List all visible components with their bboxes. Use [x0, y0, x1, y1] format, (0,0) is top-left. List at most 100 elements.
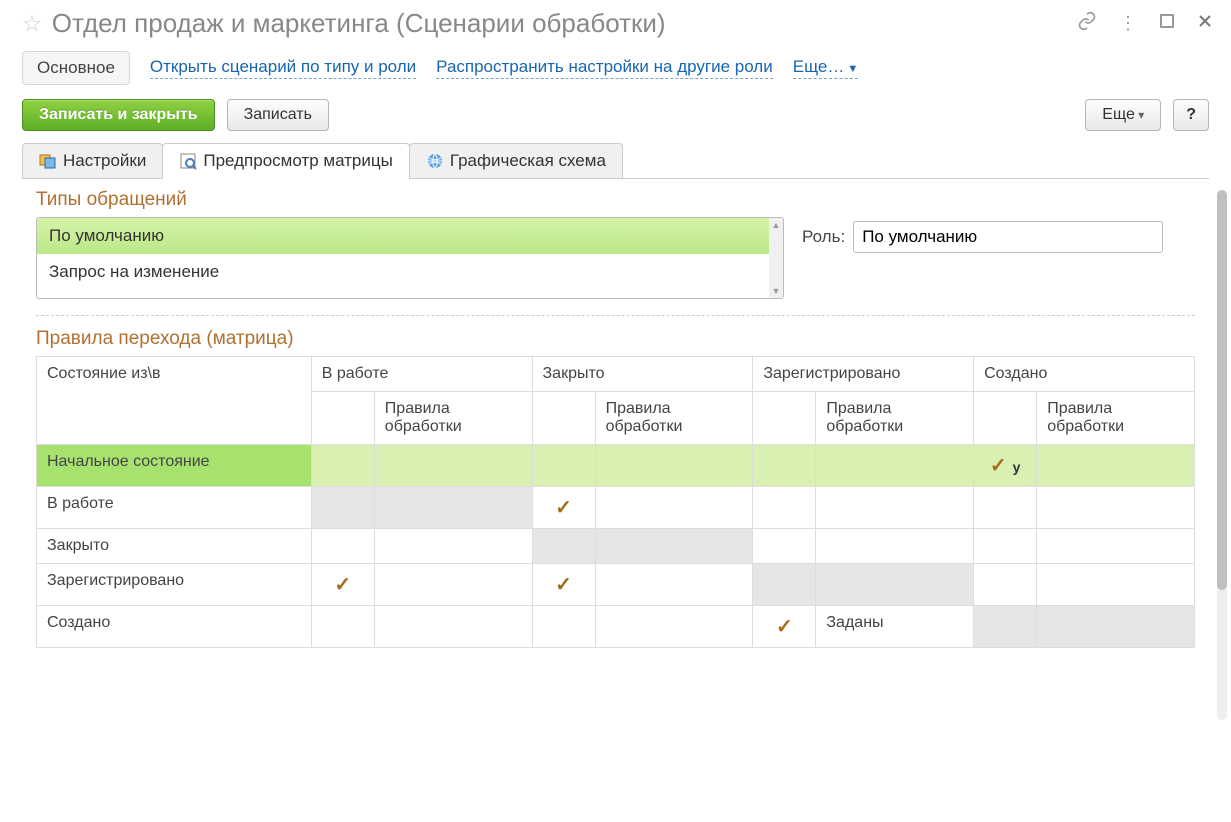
save-and-close-button[interactable]: Записать и закрыть: [22, 99, 215, 131]
tab-settings[interactable]: Настройки: [22, 143, 163, 178]
matrix-rules-cell[interactable]: [816, 445, 974, 487]
default-marker: у: [1013, 459, 1021, 475]
matrix-rules-cell[interactable]: [816, 529, 974, 564]
matrix-rules-cell[interactable]: [595, 606, 753, 648]
matrix-check-cell[interactable]: [311, 606, 374, 648]
types-section-title: Типы обращений: [36, 189, 1195, 211]
matrix-rules-cell[interactable]: [1037, 606, 1195, 648]
role-input[interactable]: [853, 221, 1163, 253]
matrix-check-cell[interactable]: [974, 564, 1037, 606]
row-state-label: В работе: [37, 487, 312, 529]
vertical-scrollbar[interactable]: [1217, 190, 1227, 720]
matrix-check-cell[interactable]: [753, 529, 816, 564]
matrix-check-cell[interactable]: [532, 529, 595, 564]
sub-header-rules: Правила обработки: [595, 392, 753, 445]
matrix-rules-cell[interactable]: [816, 564, 974, 606]
matrix-check-cell[interactable]: [532, 445, 595, 487]
header-from-to: Состояние из\в: [37, 357, 312, 445]
role-label: Роль:: [802, 227, 845, 247]
matrix-rules-cell[interactable]: [1037, 445, 1195, 487]
check-icon: ✓: [334, 572, 351, 597]
check-icon: ✓: [776, 614, 793, 639]
sub-header-check: [974, 392, 1037, 445]
check-icon: ✓: [555, 495, 572, 520]
sub-header-check: [311, 392, 374, 445]
tab-main[interactable]: Основное: [22, 51, 130, 85]
matrix-rules-cell[interactable]: Заданы: [816, 606, 974, 648]
listbox-scrollbar[interactable]: ▲ ▼: [769, 218, 783, 298]
col-header: В работе: [311, 357, 532, 392]
scrollbar-thumb[interactable]: [1217, 190, 1227, 590]
row-state-label: Зарегистрировано: [37, 564, 312, 606]
matrix-rules-cell[interactable]: [374, 606, 532, 648]
link-icon[interactable]: [1077, 11, 1097, 36]
sub-header-rules: Правила обработки: [816, 392, 974, 445]
matrix-rules-cell[interactable]: [595, 529, 753, 564]
matrix-check-cell[interactable]: [753, 445, 816, 487]
row-state-label: Создано: [37, 606, 312, 648]
sub-header-check: [532, 392, 595, 445]
matrix-check-cell[interactable]: [311, 529, 374, 564]
matrix-check-cell[interactable]: [974, 606, 1037, 648]
tab-preview-matrix[interactable]: Предпросмотр матрицы: [162, 143, 409, 178]
link-open-scenario[interactable]: Открыть сценарий по типу и роли: [150, 57, 416, 79]
matrix-rules-cell[interactable]: [374, 529, 532, 564]
matrix-check-cell[interactable]: [974, 529, 1037, 564]
link-more[interactable]: Еще…: [793, 57, 859, 79]
sub-header-rules: Правила обработки: [374, 392, 532, 445]
matrix-check-cell[interactable]: ✓: [532, 487, 595, 529]
matrix-check-cell[interactable]: [753, 564, 816, 606]
tab-preview-label: Предпросмотр матрицы: [203, 151, 392, 171]
matrix-check-cell[interactable]: [311, 487, 374, 529]
scroll-down-icon[interactable]: ▼: [772, 286, 781, 296]
matrix-check-cell[interactable]: [753, 487, 816, 529]
page-title: Отдел продаж и маркетинга (Сценарии обра…: [52, 8, 1067, 39]
check-icon: ✓: [555, 572, 572, 597]
maximize-icon[interactable]: [1159, 13, 1175, 34]
matrix-check-cell[interactable]: ✓: [311, 564, 374, 606]
window-actions: ⋮: [1077, 11, 1213, 36]
tab-settings-label: Настройки: [63, 151, 146, 171]
matrix-check-cell[interactable]: ✓у: [974, 445, 1037, 487]
matrix-rules-cell[interactable]: [374, 564, 532, 606]
row-state-label: Закрыто: [37, 529, 312, 564]
matrix-rules-cell[interactable]: [1037, 487, 1195, 529]
matrix-rules-cell[interactable]: [816, 487, 974, 529]
globe-icon: [426, 152, 444, 170]
col-header: Зарегистрировано: [753, 357, 974, 392]
favorite-star-icon[interactable]: ☆: [22, 11, 42, 37]
matrix-rules-cell[interactable]: [1037, 564, 1195, 606]
matrix-rules-cell[interactable]: [595, 487, 753, 529]
check-icon: ✓: [990, 453, 1007, 478]
row-state-label: Начальное состояние: [37, 445, 312, 487]
matrix-check-cell[interactable]: [974, 487, 1037, 529]
help-button[interactable]: ?: [1173, 99, 1209, 131]
sub-header-check: [753, 392, 816, 445]
list-item[interactable]: Запрос на изменение: [37, 254, 783, 290]
link-propagate-settings[interactable]: Распространить настройки на другие роли: [436, 57, 773, 79]
matrix-check-cell[interactable]: [311, 445, 374, 487]
matrix-check-cell[interactable]: [532, 606, 595, 648]
kebab-menu-icon[interactable]: ⋮: [1119, 13, 1137, 34]
preview-icon: [179, 152, 197, 170]
more-button[interactable]: Еще: [1085, 99, 1161, 131]
col-header: Создано: [974, 357, 1195, 392]
scroll-up-icon[interactable]: ▲: [772, 220, 781, 230]
tab-graph-label: Графическая схема: [450, 151, 606, 171]
matrix-rules-cell[interactable]: [374, 487, 532, 529]
types-listbox[interactable]: По умолчанию Запрос на изменение ▲ ▼: [36, 217, 784, 299]
save-button[interactable]: Записать: [227, 99, 329, 131]
sub-header-rules: Правила обработки: [1037, 392, 1195, 445]
matrix-rules-cell[interactable]: [595, 564, 753, 606]
matrix-check-cell[interactable]: ✓: [532, 564, 595, 606]
tab-graph-schema[interactable]: Графическая схема: [409, 143, 623, 178]
matrix-rules-cell[interactable]: [1037, 529, 1195, 564]
matrix-check-cell[interactable]: ✓: [753, 606, 816, 648]
settings-icon: [39, 152, 57, 170]
transition-matrix-table: Состояние из\в В работе Закрыто Зарегист…: [36, 356, 1195, 648]
matrix-rules-cell[interactable]: [374, 445, 532, 487]
col-header: Закрыто: [532, 357, 753, 392]
list-item[interactable]: По умолчанию: [37, 218, 783, 254]
close-icon[interactable]: [1197, 13, 1213, 34]
matrix-rules-cell[interactable]: [595, 445, 753, 487]
